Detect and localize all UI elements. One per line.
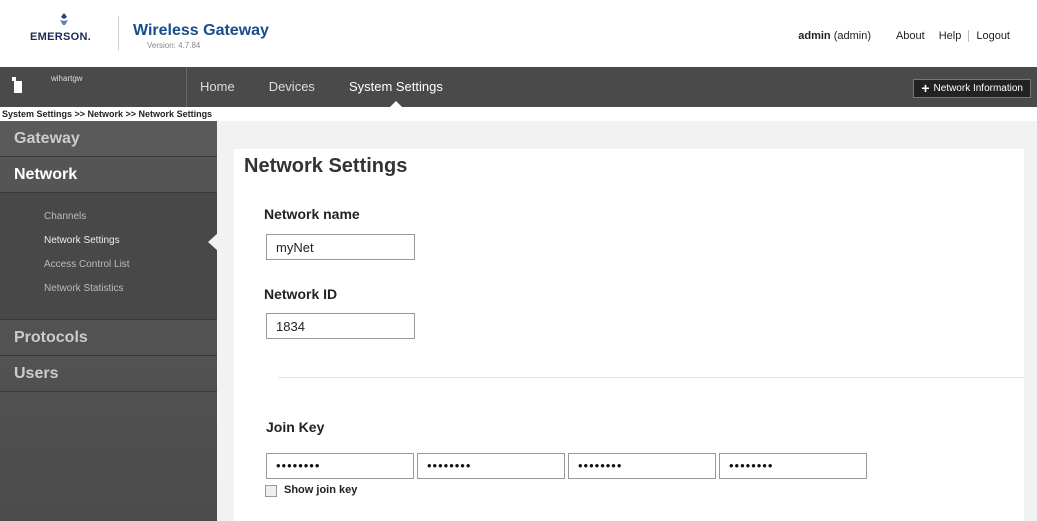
- header-divider: [118, 16, 119, 50]
- network-information-button[interactable]: + Network Information: [913, 79, 1031, 98]
- user-role: (admin): [833, 30, 871, 42]
- join-key-field-4[interactable]: ••••••••: [719, 453, 867, 479]
- join-key-field-2[interactable]: ••••••••: [417, 453, 565, 479]
- logout-link[interactable]: Logout: [968, 30, 1017, 42]
- sidebar-section-network[interactable]: Network: [0, 157, 217, 193]
- device-selector[interactable]: wihartgw: [0, 67, 187, 107]
- top-header: EMERSON. Wireless Gateway Version: 4.7.8…: [0, 0, 1037, 67]
- sidebar-item-access-control-list[interactable]: Access Control List: [0, 253, 217, 277]
- network-id-label: Network ID: [264, 286, 338, 302]
- join-key-field-3[interactable]: ••••••••: [568, 453, 716, 479]
- app-title: Wireless Gateway: [133, 22, 269, 39]
- join-key-label: Join Key: [266, 419, 325, 435]
- nav-tabs: Home Devices System Settings: [200, 67, 477, 107]
- tab-system-settings[interactable]: System Settings: [349, 67, 443, 107]
- help-link[interactable]: Help: [932, 30, 969, 42]
- network-name-label: Network name: [264, 206, 360, 222]
- sidebar-item-network-statistics[interactable]: Network Statistics: [0, 277, 217, 301]
- user-name: admin: [798, 30, 831, 42]
- network-settings-panel: Network Settings Network name Network ID…: [234, 149, 1024, 521]
- network-id-input[interactable]: [266, 313, 415, 339]
- join-key-field-1[interactable]: ••••••••: [266, 453, 414, 479]
- sidebar-section-protocols[interactable]: Protocols: [0, 320, 217, 356]
- network-information-label: Network Information: [933, 83, 1023, 94]
- gateway-device-icon: [12, 77, 22, 93]
- sidebar-section-gateway[interactable]: Gateway: [0, 121, 217, 157]
- emerson-logo[interactable]: EMERSON.: [30, 12, 100, 46]
- logo-text: EMERSON.: [30, 31, 92, 43]
- sidebar: Gateway Network Channels Network Setting…: [0, 121, 218, 521]
- show-join-key-checkbox[interactable]: [265, 485, 277, 497]
- sidebar-section-users[interactable]: Users: [0, 356, 217, 392]
- sidebar-item-channels[interactable]: Channels: [0, 205, 217, 229]
- sidebar-item-network-settings[interactable]: Network Settings: [0, 229, 218, 253]
- app-version: Version: 4.7.84: [147, 41, 201, 50]
- tab-home[interactable]: Home: [200, 67, 235, 107]
- sidebar-network-submenu: Channels Network Settings Access Control…: [0, 193, 218, 320]
- device-name: wihartgw: [51, 74, 83, 83]
- page-title: Network Settings: [244, 155, 408, 177]
- about-link[interactable]: About: [889, 30, 932, 42]
- breadcrumb: System Settings >> Network >> Network Se…: [2, 109, 213, 119]
- emerson-logo-icon: [60, 13, 68, 25]
- show-join-key-label: Show join key: [284, 484, 358, 496]
- network-name-input[interactable]: [266, 234, 415, 260]
- main-nav-bar: wihartgw Home Devices System Settings + …: [0, 67, 1037, 107]
- plus-icon: +: [921, 80, 930, 96]
- user-info: admin (admin): [798, 30, 871, 42]
- top-links: About Help Logout: [889, 30, 1017, 42]
- section-divider: [278, 377, 1024, 378]
- tab-devices[interactable]: Devices: [269, 67, 315, 107]
